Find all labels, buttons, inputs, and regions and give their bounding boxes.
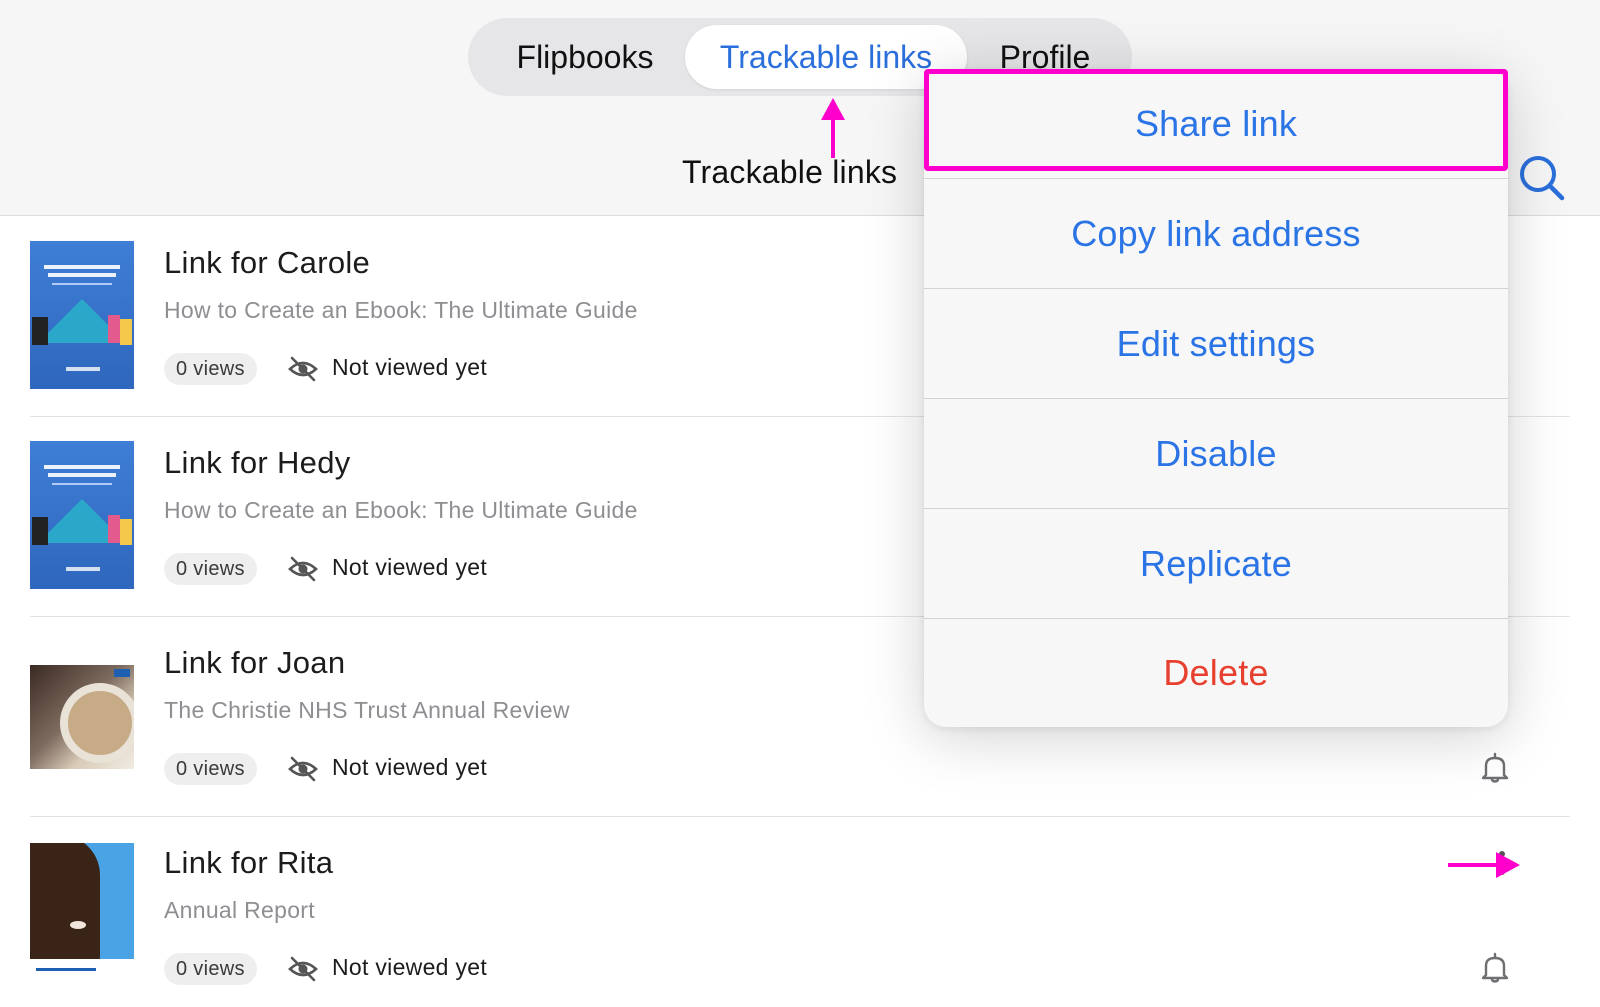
menu-item-edit-settings[interactable]: Edit settings xyxy=(924,289,1508,399)
context-menu: Share link Copy link address Edit settin… xyxy=(924,69,1508,727)
view-status: Not viewed yet xyxy=(332,354,488,380)
link-title: Link for Hedy xyxy=(164,445,351,480)
link-subtitle: Annual Report xyxy=(164,897,315,923)
view-status: Not viewed yet xyxy=(332,754,488,780)
link-subtitle: The Christie NHS Trust Annual Review xyxy=(164,697,570,723)
menu-item-share-link[interactable]: Share link xyxy=(924,69,1508,179)
link-subtitle: How to Create an Ebook: The Ultimate Gui… xyxy=(164,497,638,523)
more-options-icon[interactable] xyxy=(1486,841,1518,885)
menu-item-delete[interactable]: Delete xyxy=(924,619,1508,727)
views-badge: 0 views xyxy=(164,353,257,385)
eye-off-icon xyxy=(288,755,318,783)
flipbook-thumbnail xyxy=(30,665,134,769)
bell-icon[interactable] xyxy=(1478,751,1512,785)
link-title: Link for Joan xyxy=(164,645,346,680)
page-title: Trackable links xyxy=(682,154,898,190)
eye-off-icon xyxy=(288,555,318,583)
menu-item-replicate[interactable]: Replicate xyxy=(924,509,1508,619)
views-badge: 0 views xyxy=(164,553,257,585)
tab-flipbooks[interactable]: Flipbooks xyxy=(480,25,690,89)
flipbook-thumbnail xyxy=(30,843,134,983)
views-badge: 0 views xyxy=(164,953,257,985)
flipbook-thumbnail xyxy=(30,441,134,589)
flipbook-thumbnail xyxy=(30,241,134,389)
search-icon[interactable] xyxy=(1516,152,1568,204)
view-status: Not viewed yet xyxy=(332,554,488,580)
bell-icon[interactable] xyxy=(1478,951,1512,985)
view-status: Not viewed yet xyxy=(332,954,488,980)
list-item[interactable]: Link for Rita Annual Report 0 views Not … xyxy=(30,817,1570,1007)
link-subtitle: How to Create an Ebook: The Ultimate Gui… xyxy=(164,297,638,323)
views-badge: 0 views xyxy=(164,753,257,785)
menu-item-disable[interactable]: Disable xyxy=(924,399,1508,509)
link-title: Link for Rita xyxy=(164,845,334,880)
eye-off-icon xyxy=(288,355,318,383)
link-title: Link for Carole xyxy=(164,245,371,280)
menu-item-copy-link-address[interactable]: Copy link address xyxy=(924,179,1508,289)
eye-off-icon xyxy=(288,955,318,983)
